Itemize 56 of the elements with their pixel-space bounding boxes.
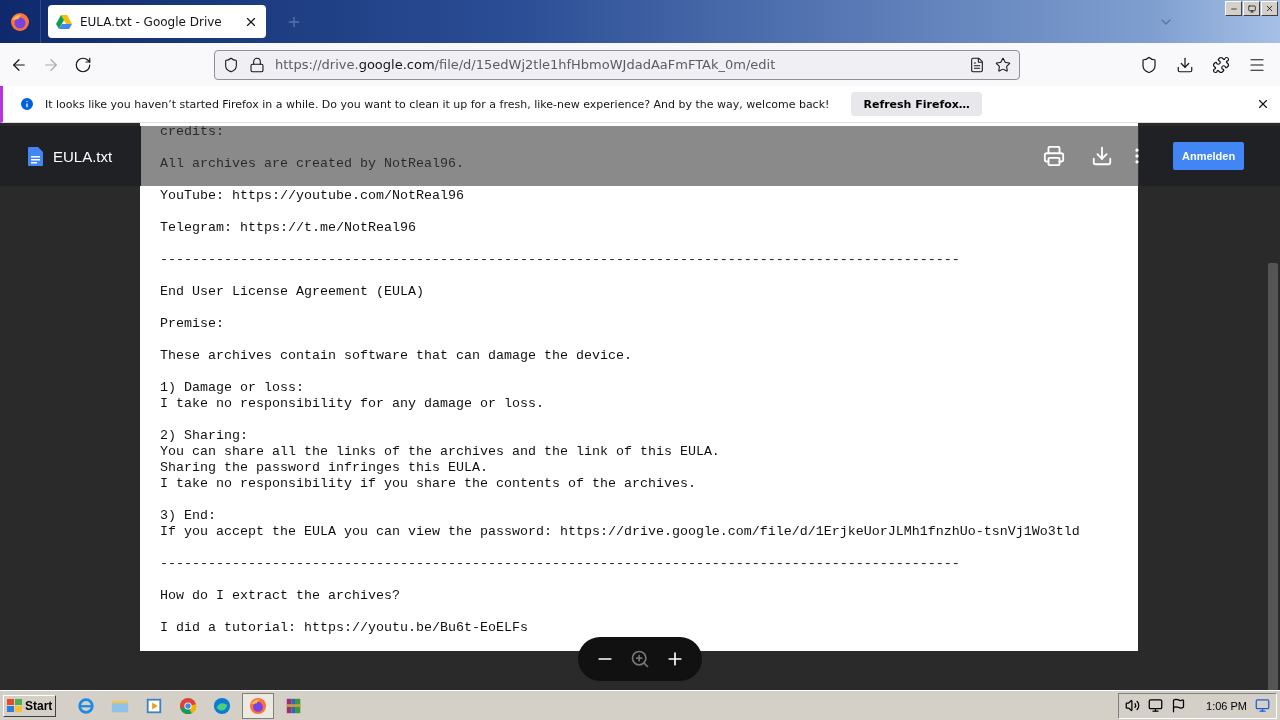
network-icon[interactable]: [1148, 698, 1164, 713]
reader-view-icon[interactable]: [969, 56, 985, 73]
shield-icon[interactable]: [223, 56, 239, 73]
drive-icon: [56, 14, 72, 29]
file-name: EULA.txt: [53, 147, 113, 165]
document-line: End User License Agreement (EULA): [160, 284, 424, 300]
lock-icon[interactable]: [249, 56, 265, 73]
clock: 1:06 PM: [1206, 699, 1247, 712]
document-line: How do I extract the archives?: [160, 588, 400, 604]
info-icon: [19, 96, 35, 112]
close-icon[interactable]: [1265, 4, 1274, 13]
notification-message: It looks like you haven’t started Firefox in a while. Do you want to clean it up for a fresh, like-new experience? And by the way, welcome back!: [45, 97, 830, 111]
reload-icon[interactable]: [74, 55, 92, 74]
scrollbar[interactable]: [1268, 263, 1278, 690]
start-button[interactable]: Start: [3, 694, 57, 717]
zoom-icon[interactable]: [630, 649, 650, 669]
document-line: I take no responsibility for any damage or loss.: [160, 396, 544, 412]
internet-explorer-icon[interactable]: [77, 696, 96, 715]
media-player-icon[interactable]: [145, 696, 164, 715]
browser-tab[interactable]: EULA.txt - Google Drive: [48, 5, 266, 38]
taskbar-button[interactable]: [242, 692, 275, 719]
document-line: If you accept the EULA you can view the password: https://drive.google.com/file/d/1ErjkeUorJLMh1fnzhUo-tsnVj1Wo3tld: [160, 524, 1080, 540]
document-line: You can share all the links of the archives and the link of this EULA.: [160, 444, 720, 460]
document-line: 2) Sharing:: [160, 428, 248, 444]
extensions-icon[interactable]: [1212, 55, 1230, 74]
document-line: I take no responsibility if you share the contents of the archives.: [160, 476, 696, 492]
bookmark-star-icon[interactable]: [995, 56, 1011, 73]
document-line: YouTube: https://youtube.com/NotReal96: [160, 188, 464, 204]
tab-title: EULA.txt - Google Drive: [80, 14, 223, 29]
close-icon[interactable]: [1256, 97, 1270, 111]
flag-icon[interactable]: [1171, 698, 1187, 713]
download-icon[interactable]: [1176, 55, 1194, 74]
document-line: 3) End:: [160, 508, 216, 524]
document-line: ----------------------------------------------------------------------------------------------------: [160, 252, 960, 268]
edge-icon[interactable]: [213, 696, 232, 715]
address-bar[interactable]: https://drive.google.com/file/d/15edWj2tle1hfHbmoWJdadAaFmFTAk_0m/edit: [214, 49, 1020, 80]
firefox-icon[interactable]: [10, 11, 30, 32]
refresh-firefox-button[interactable]: Refresh Firefox…: [851, 92, 982, 116]
document-line: Sharing the password infringes this EULA.: [160, 460, 488, 476]
document-line: Telegram: https://t.me/NotReal96: [160, 220, 416, 236]
document-line: These archives contain software that can damage the device.: [160, 348, 632, 364]
document-line: 1) Damage or loss:: [160, 380, 304, 396]
desktop-icon[interactable]: [1255, 698, 1270, 713]
document-line: All archives are created by NotReal96.: [160, 156, 464, 172]
document-line: Premise:: [160, 316, 224, 332]
speaker-icon[interactable]: [1125, 698, 1141, 713]
document-icon: [28, 146, 43, 166]
windows-logo-icon: [7, 698, 23, 713]
url-text: https://drive.google.com/file/d/15edWj2tle1hfHbmoWJdadAaFmFTAk_0m/edit: [275, 57, 777, 72]
document-line: I did a tutorial: https://youtu.be/Bu6t-EoELFs: [160, 620, 528, 636]
print-icon[interactable]: [1043, 145, 1065, 167]
chrome-icon[interactable]: [179, 696, 198, 715]
firefox-icon[interactable]: [249, 696, 268, 715]
document-line: ----------------------------------------------------------------------------------------------------: [160, 556, 960, 572]
sign-in-button[interactable]: Anmelden: [1173, 142, 1245, 170]
document-line: credits:: [160, 124, 224, 140]
